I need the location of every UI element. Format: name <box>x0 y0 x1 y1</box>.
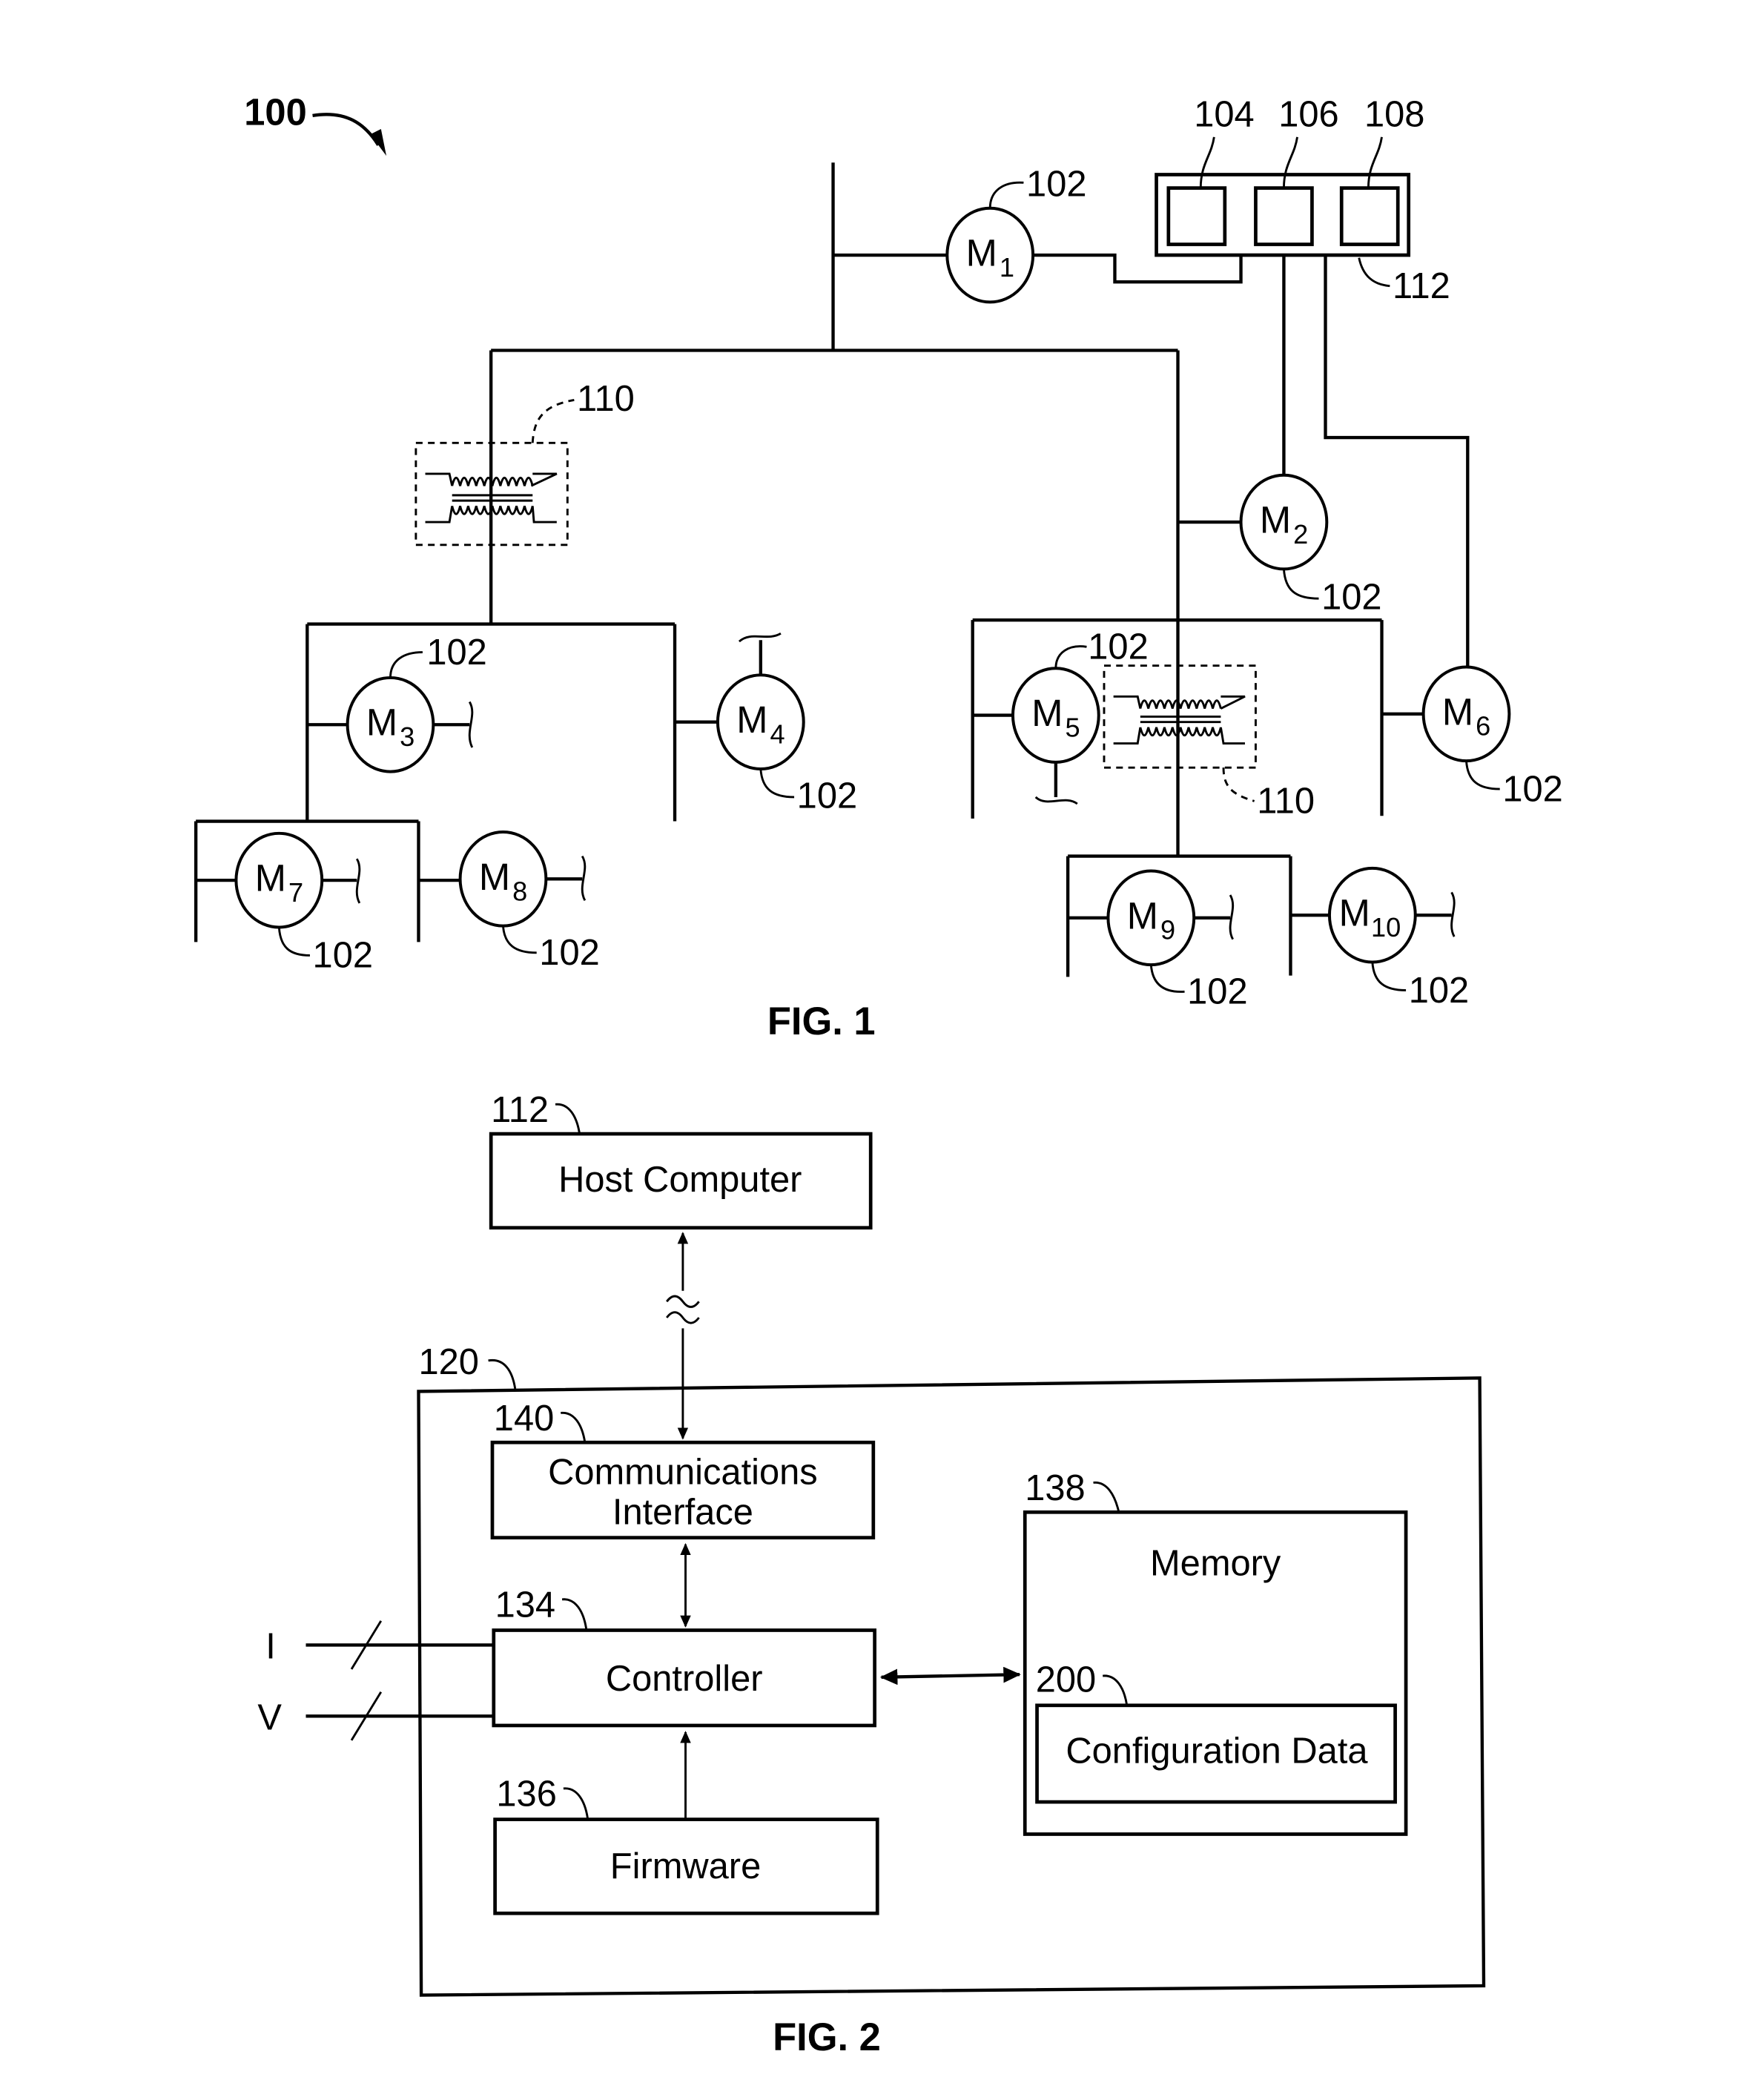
svg-text:M: M <box>1031 692 1063 734</box>
ref-110-lower: 110 <box>1257 782 1315 822</box>
svg-text:9: 9 <box>1160 915 1175 945</box>
ref-102: 102 <box>1502 769 1562 809</box>
patent-drawing: 100 104 106 108 112 110 110 M 1 102 M 2 … <box>194 91 1563 2059</box>
motor-m4[interactable]: M 4 102 <box>716 632 857 816</box>
system-ref-arrow <box>312 113 380 146</box>
svg-text:6: 6 <box>1476 711 1490 742</box>
svg-text:Configuration Data: Configuration Data <box>1066 1731 1368 1772</box>
svg-text:M: M <box>479 856 510 898</box>
ref-102: 102 <box>797 776 857 816</box>
svg-text:M: M <box>736 699 767 741</box>
host-module-108 <box>1339 186 1400 246</box>
motor-m9[interactable]: M 9 102 <box>1106 869 1248 1012</box>
svg-text:1: 1 <box>1000 252 1014 283</box>
motor-m7[interactable]: M 7 102 <box>234 831 373 976</box>
svg-text:Firmware: Firmware <box>610 1846 761 1886</box>
ref-140: 140 <box>494 1399 554 1439</box>
transformer-lower: 110 <box>1103 664 1315 822</box>
ref-102: 102 <box>1026 164 1086 204</box>
ref-112: 112 <box>491 1090 549 1130</box>
svg-text:5: 5 <box>1066 713 1080 743</box>
svg-text:M: M <box>1339 892 1370 934</box>
svg-text:M: M <box>1442 690 1473 733</box>
svg-text:7: 7 <box>288 877 303 908</box>
motor-m10[interactable]: M 10 102 <box>1327 866 1469 1011</box>
motor-m8[interactable]: M 8 102 <box>458 831 600 973</box>
ref-138: 138 <box>1025 1468 1085 1508</box>
ref-106: 106 <box>1278 94 1338 134</box>
svg-text:Memory: Memory <box>1150 1543 1281 1583</box>
ref-102: 102 <box>1088 627 1148 667</box>
host-computer-label: Host Computer <box>558 1160 802 1200</box>
ref-102: 102 <box>1409 971 1469 1011</box>
host-computer-block[interactable]: Host Computer 112 <box>489 1090 873 1230</box>
motor-m6[interactable]: M 6 102 <box>1421 665 1563 809</box>
svg-text:M: M <box>366 701 397 744</box>
svg-text:Controller: Controller <box>606 1659 763 1699</box>
ref-112: 112 <box>1393 266 1450 306</box>
motor-m2[interactable]: M 2 102 <box>1239 473 1382 618</box>
figure-1: 100 104 106 108 112 110 110 M 1 102 M 2 … <box>194 91 1563 1043</box>
ref-102: 102 <box>539 933 599 973</box>
svg-text:M: M <box>1260 499 1291 541</box>
transformer-upper: 110 <box>414 379 635 547</box>
ref-108: 108 <box>1364 94 1424 134</box>
figure-2: Host Computer 112 120 Communications Int… <box>257 1090 1486 2059</box>
system-ref-label: 100 <box>244 91 307 133</box>
svg-text:Interface: Interface <box>612 1493 753 1533</box>
svg-text:M: M <box>966 232 997 274</box>
ref-104: 104 <box>1194 94 1254 134</box>
voltage-input: V <box>257 1691 494 1741</box>
host-module-106 <box>1254 186 1314 246</box>
ref-136: 136 <box>496 1774 556 1815</box>
svg-text:10: 10 <box>1371 912 1401 942</box>
current-input: I <box>265 1620 494 1670</box>
svg-text:2: 2 <box>1293 519 1308 549</box>
current-input-label: I <box>265 1626 276 1666</box>
voltage-input-label: V <box>257 1697 282 1737</box>
ref-200: 200 <box>1036 1660 1096 1700</box>
figure-1-caption: FIG. 1 <box>767 1000 876 1043</box>
ref-110-upper: 110 <box>577 379 635 419</box>
ref-134: 134 <box>495 1585 555 1625</box>
host-module-104 <box>1166 186 1227 246</box>
svg-text:M: M <box>255 857 286 899</box>
motor-m1[interactable]: M 1 102 <box>945 164 1087 304</box>
ref-120: 120 <box>418 1342 478 1382</box>
break-symbol <box>666 1295 700 1324</box>
svg-text:Communications: Communications <box>548 1452 818 1492</box>
system-ref-arrowhead <box>370 128 387 156</box>
figure-2-caption: FIG. 2 <box>773 2016 881 2059</box>
controller-memory-link <box>879 1666 1021 1685</box>
motor-m3[interactable]: M 3 102 <box>346 633 487 773</box>
ref-102: 102 <box>313 936 373 976</box>
ref-102: 102 <box>1187 972 1247 1012</box>
motor-m5[interactable]: M 5 102 <box>1011 627 1149 805</box>
svg-text:M: M <box>1127 894 1158 937</box>
ref-102: 102 <box>1321 578 1381 618</box>
svg-text:4: 4 <box>770 719 785 750</box>
svg-text:8: 8 <box>512 876 527 906</box>
svg-text:3: 3 <box>400 722 414 752</box>
controller-block[interactable]: Controller 134 <box>492 1585 876 1728</box>
host-device: 104 106 108 112 <box>1155 94 1450 306</box>
ref-102: 102 <box>426 633 486 673</box>
